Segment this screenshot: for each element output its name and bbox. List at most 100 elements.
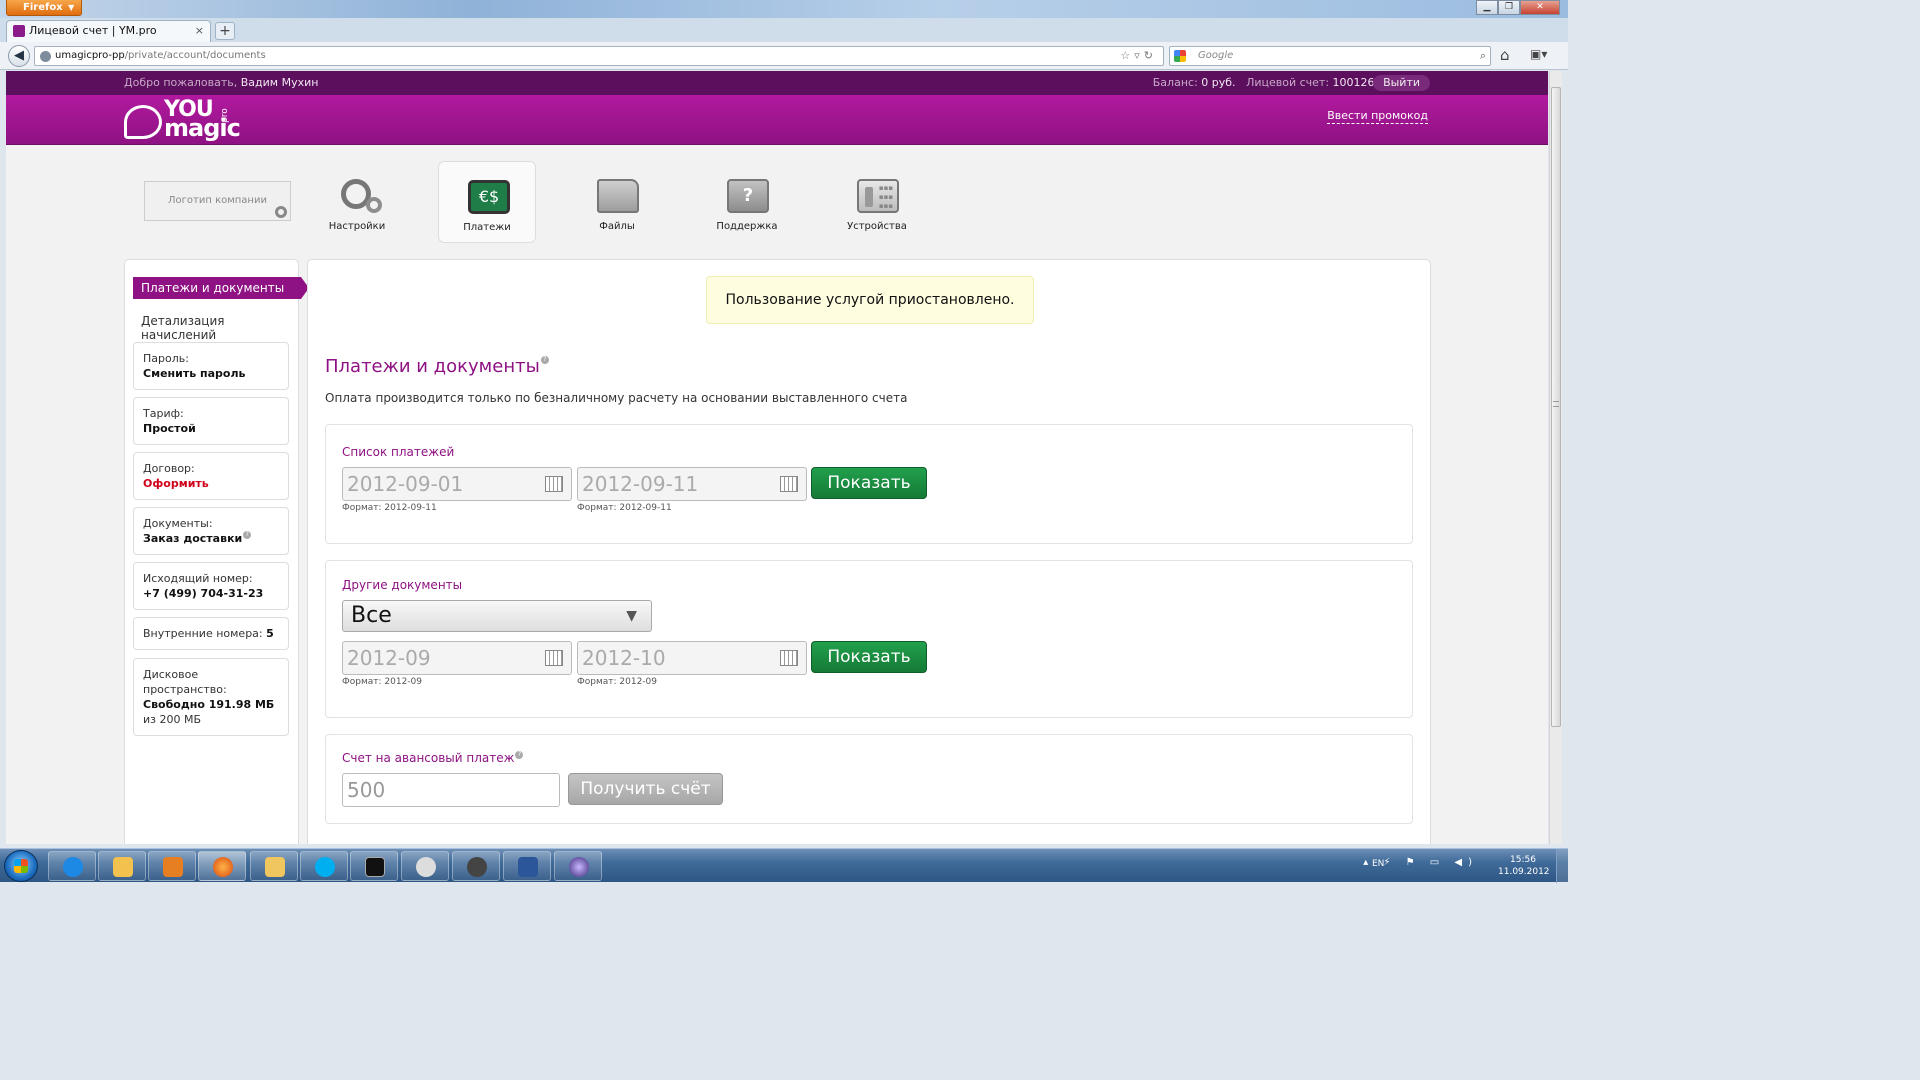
windows-taskbar: EN ▴ ⚡ ⚑ ▭ ◀) 15:56 11.09.2012: [0, 848, 1568, 883]
github-icon: [467, 857, 487, 877]
search-placeholder: Google: [1198, 50, 1234, 61]
account-value: 100126: [1332, 76, 1375, 89]
show-payments-button[interactable]: Показать: [811, 467, 927, 499]
help-icon[interactable]: ?: [515, 751, 524, 759]
service-suspended-notice: Пользование услугой приостановлено.: [706, 276, 1034, 324]
nav-devices[interactable]: Устройства: [828, 161, 926, 243]
taskbar-word[interactable]: [503, 851, 551, 881]
close-window-button[interactable]: ✕: [1520, 0, 1560, 15]
document-type-select[interactable]: Все ▼: [342, 600, 652, 632]
system-tray[interactable]: ▴ ⚡ ⚑ ▭ ◀): [1363, 857, 1478, 868]
documents-card: Документы: Заказ доставки?: [133, 507, 289, 555]
payments-date-to[interactable]: 2012-09-11: [577, 467, 807, 501]
taskbar-eclipse[interactable]: [554, 851, 602, 881]
internal-numbers-label: Внутренние номера:: [143, 627, 263, 640]
advance-amount-input[interactable]: 500: [342, 773, 560, 807]
firefox-icon: [213, 857, 233, 877]
tariff-value[interactable]: Простой: [143, 422, 196, 435]
scrollbar-thumb[interactable]: [1551, 87, 1561, 727]
get-invoice-button[interactable]: Получить счёт: [568, 773, 723, 805]
logout-button[interactable]: Выйти: [1373, 75, 1430, 91]
tab-strip: Лицевой счет | YM.pro × +: [0, 18, 1568, 42]
calendar-icon[interactable]: [780, 650, 798, 666]
home-icon[interactable]: ⌂: [1500, 46, 1510, 64]
taskbar-cmd[interactable]: [350, 851, 398, 881]
site-header: YOU magic pro Ввести промокод: [6, 95, 1548, 145]
window-controls: ▁ ❐ ✕: [1476, 0, 1560, 15]
company-logo-label: Логотип компании: [168, 195, 267, 206]
start-button[interactable]: [4, 850, 38, 882]
nav-payments[interactable]: €$ Платежи: [438, 161, 536, 243]
taskbar-alien[interactable]: [401, 851, 449, 881]
bookmark-star-icon[interactable]: ☆▿↻: [1120, 47, 1157, 65]
taskbar-github[interactable]: [452, 851, 500, 881]
sidebar-item-payments-documents[interactable]: Платежи и документы: [133, 277, 309, 299]
calendar-icon[interactable]: [545, 476, 563, 492]
addons-icon[interactable]: ▣▾: [1530, 47, 1547, 61]
documents-from-format-hint: Формат: 2012-09: [342, 677, 423, 687]
contract-apply-link[interactable]: Оформить: [143, 477, 209, 490]
promo-code-link[interactable]: Ввести промокод: [1327, 109, 1428, 124]
gear-icon[interactable]: [275, 206, 287, 218]
youmagic-logo[interactable]: YOU magic pro: [124, 99, 244, 141]
calendar-icon[interactable]: [780, 476, 798, 492]
taskbar-firefox[interactable]: [198, 851, 246, 881]
balance-value: 0 руб.: [1201, 76, 1236, 89]
documents-date-from[interactable]: 2012-09: [342, 641, 572, 675]
alien-icon: [416, 857, 436, 877]
firefox-menu-button[interactable]: Firefox ▼: [6, 0, 82, 16]
page-scrollbar[interactable]: [1549, 71, 1562, 844]
documents-date-to[interactable]: 2012-10: [577, 641, 807, 675]
cmd-icon: [365, 857, 385, 877]
browser-tab[interactable]: Лицевой счет | YM.pro ×: [6, 20, 211, 42]
documents-label: Документы:: [143, 517, 213, 530]
internal-numbers-value: 5: [266, 627, 274, 640]
nav-settings[interactable]: Настройки: [308, 161, 406, 243]
web-page: Добро пожаловать, Вадим Мухин Баланс: 0 …: [6, 71, 1548, 844]
nav-files[interactable]: Файлы: [568, 161, 666, 243]
show-documents-button[interactable]: Показать: [811, 641, 927, 673]
taskbar-skype[interactable]: [300, 851, 348, 881]
payments-list-title: Список платежей: [342, 445, 455, 459]
help-icon[interactable]: ?: [540, 356, 549, 364]
clock-date: 11.09.2012: [1498, 867, 1550, 877]
payments-date-from-value: 2012-09-01: [347, 472, 464, 496]
close-tab-icon[interactable]: ×: [195, 21, 204, 41]
company-logo-upload[interactable]: Логотип компании: [144, 181, 291, 221]
ie-icon: [63, 857, 83, 877]
system-clock[interactable]: 15:56 11.09.2012: [1498, 854, 1550, 878]
url-host: umagicpro-pp: [55, 50, 125, 61]
nav-payments-label: Платежи: [463, 222, 511, 233]
globe-icon: [40, 51, 51, 62]
change-password-link[interactable]: Сменить пароль: [143, 367, 245, 380]
support-question-icon: ?: [727, 179, 769, 213]
taskbar-media-player[interactable]: [148, 851, 196, 881]
internal-numbers-card[interactable]: Внутренние номера: 5: [133, 617, 289, 650]
site-favicon-icon: [13, 25, 25, 37]
outgoing-number-value: +7 (499) 704-31-23: [143, 587, 264, 600]
back-button[interactable]: ◀: [8, 45, 30, 67]
taskbar-ie[interactable]: [48, 851, 96, 881]
taskbar-mail[interactable]: [250, 851, 298, 881]
search-bar[interactable]: Google ⌕: [1169, 46, 1491, 66]
sidebar-item-charges-details[interactable]: Детализация начислений: [141, 314, 298, 342]
address-bar[interactable]: umagicpro-pp/private/account/documents ☆…: [34, 46, 1164, 66]
maximize-button[interactable]: ❐: [1498, 0, 1520, 15]
help-icon[interactable]: ?: [243, 531, 252, 539]
payments-date-from[interactable]: 2012-09-01: [342, 467, 572, 501]
scrollbar-grip-icon: [1553, 401, 1559, 407]
page-title: Платежи и документы?: [325, 356, 549, 377]
advance-invoice-title: Счет на авансовый платеж?: [342, 751, 524, 765]
search-icon[interactable]: ⌕: [1480, 47, 1486, 65]
tariff-card: Тариф: Простой: [133, 397, 289, 445]
mail-icon: [265, 857, 285, 877]
show-desktop-button[interactable]: [1556, 849, 1568, 883]
order-delivery-link[interactable]: Заказ доставки: [143, 532, 242, 545]
minimize-button[interactable]: ▁: [1476, 0, 1498, 15]
contract-card: Договор: Оформить: [133, 452, 289, 500]
taskbar-explorer[interactable]: [98, 851, 146, 881]
advance-invoice-title-text: Счет на авансовый платеж: [342, 751, 515, 765]
nav-support[interactable]: ? Поддержка: [698, 161, 796, 243]
new-tab-button[interactable]: +: [215, 22, 235, 40]
calendar-icon[interactable]: [545, 650, 563, 666]
